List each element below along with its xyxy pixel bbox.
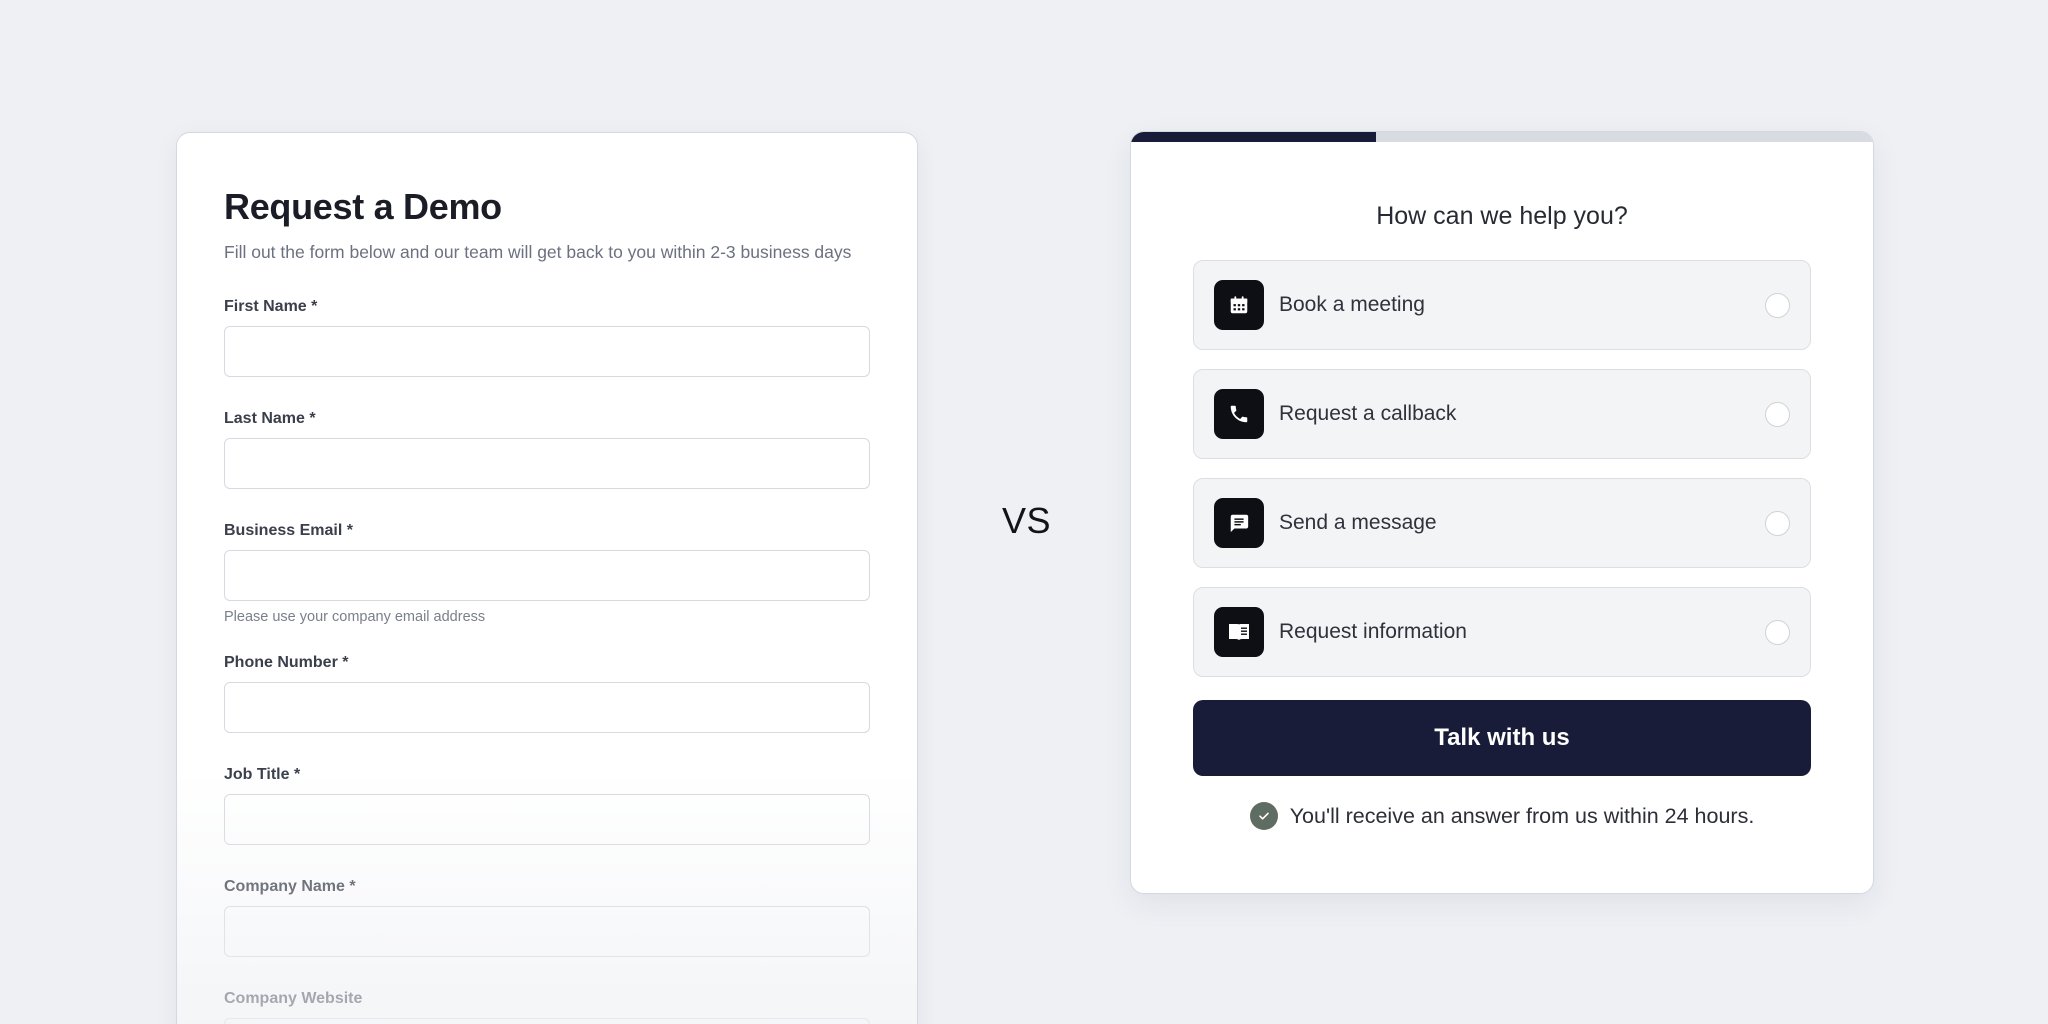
option-radio[interactable]: [1765, 620, 1790, 645]
option-label: Request a callback: [1279, 402, 1457, 425]
talk-with-us-button[interactable]: Talk with us: [1193, 700, 1811, 776]
phone-number-input[interactable]: [224, 682, 870, 733]
company-name-label: Company Name *: [224, 878, 356, 895]
response-time-note: You'll receive an answer from us within …: [1131, 802, 1873, 830]
first-name-input[interactable]: [224, 326, 870, 377]
business-email-input[interactable]: [224, 550, 870, 601]
company-name-field: Company Name *: [224, 877, 870, 957]
progress-bar: [1131, 132, 1873, 142]
option-book-meeting[interactable]: Book a meeting: [1193, 260, 1811, 350]
option-radio[interactable]: [1765, 511, 1790, 536]
job-title-input[interactable]: [224, 794, 870, 845]
help-title: How can we help you?: [1376, 202, 1628, 230]
book-icon: [1214, 607, 1264, 657]
demo-form-card: Request a Demo Fill out the form below a…: [176, 132, 918, 1024]
form-title: Request a Demo: [224, 186, 502, 227]
option-label: Book a meeting: [1279, 293, 1425, 316]
chat-icon: [1214, 498, 1264, 548]
job-title-field: Job Title *: [224, 765, 870, 845]
option-label: Send a message: [1279, 511, 1437, 534]
phone-icon: [1214, 389, 1264, 439]
option-send-message[interactable]: Send a message: [1193, 478, 1811, 568]
option-label: Request information: [1279, 620, 1467, 643]
first-name-field: First Name *: [224, 297, 870, 377]
phone-number-field: Phone Number *: [224, 653, 870, 733]
company-name-input[interactable]: [224, 906, 870, 957]
business-email-field: Business Email * Please use your company…: [224, 521, 870, 626]
company-website-field: Company Website: [224, 989, 870, 1024]
last-name-field: Last Name *: [224, 409, 870, 489]
form-subtitle: Fill out the form below and our team wil…: [224, 242, 852, 262]
phone-number-label: Phone Number *: [224, 654, 349, 671]
progress-bar-fill: [1131, 132, 1376, 142]
first-name-label: First Name *: [224, 298, 318, 315]
option-radio[interactable]: [1765, 293, 1790, 318]
option-request-information[interactable]: Request information: [1193, 587, 1811, 677]
last-name-input[interactable]: [224, 438, 870, 489]
business-email-help: Please use your company email address: [224, 609, 486, 625]
help-card: How can we help you? Book a meeting Requ…: [1130, 131, 1874, 894]
option-radio[interactable]: [1765, 402, 1790, 427]
business-email-label: Business Email *: [224, 522, 353, 539]
last-name-label: Last Name *: [224, 410, 316, 427]
company-website-label: Company Website: [224, 990, 363, 1007]
comparison-stage: Request a Demo Fill out the form below a…: [0, 0, 2048, 1024]
calendar-icon: [1214, 280, 1264, 330]
response-time-text: You'll receive an answer from us within …: [1289, 803, 1755, 828]
option-request-callback[interactable]: Request a callback: [1193, 369, 1811, 459]
job-title-label: Job Title *: [224, 766, 301, 783]
company-website-input[interactable]: [224, 1018, 870, 1024]
form-fields: First Name * Last Name * Business Email …: [224, 297, 870, 1024]
vs-label: VS: [1002, 500, 1052, 541]
help-options: Book a meeting Request a callback Send a…: [1193, 260, 1811, 696]
check-icon: [1249, 802, 1278, 830]
